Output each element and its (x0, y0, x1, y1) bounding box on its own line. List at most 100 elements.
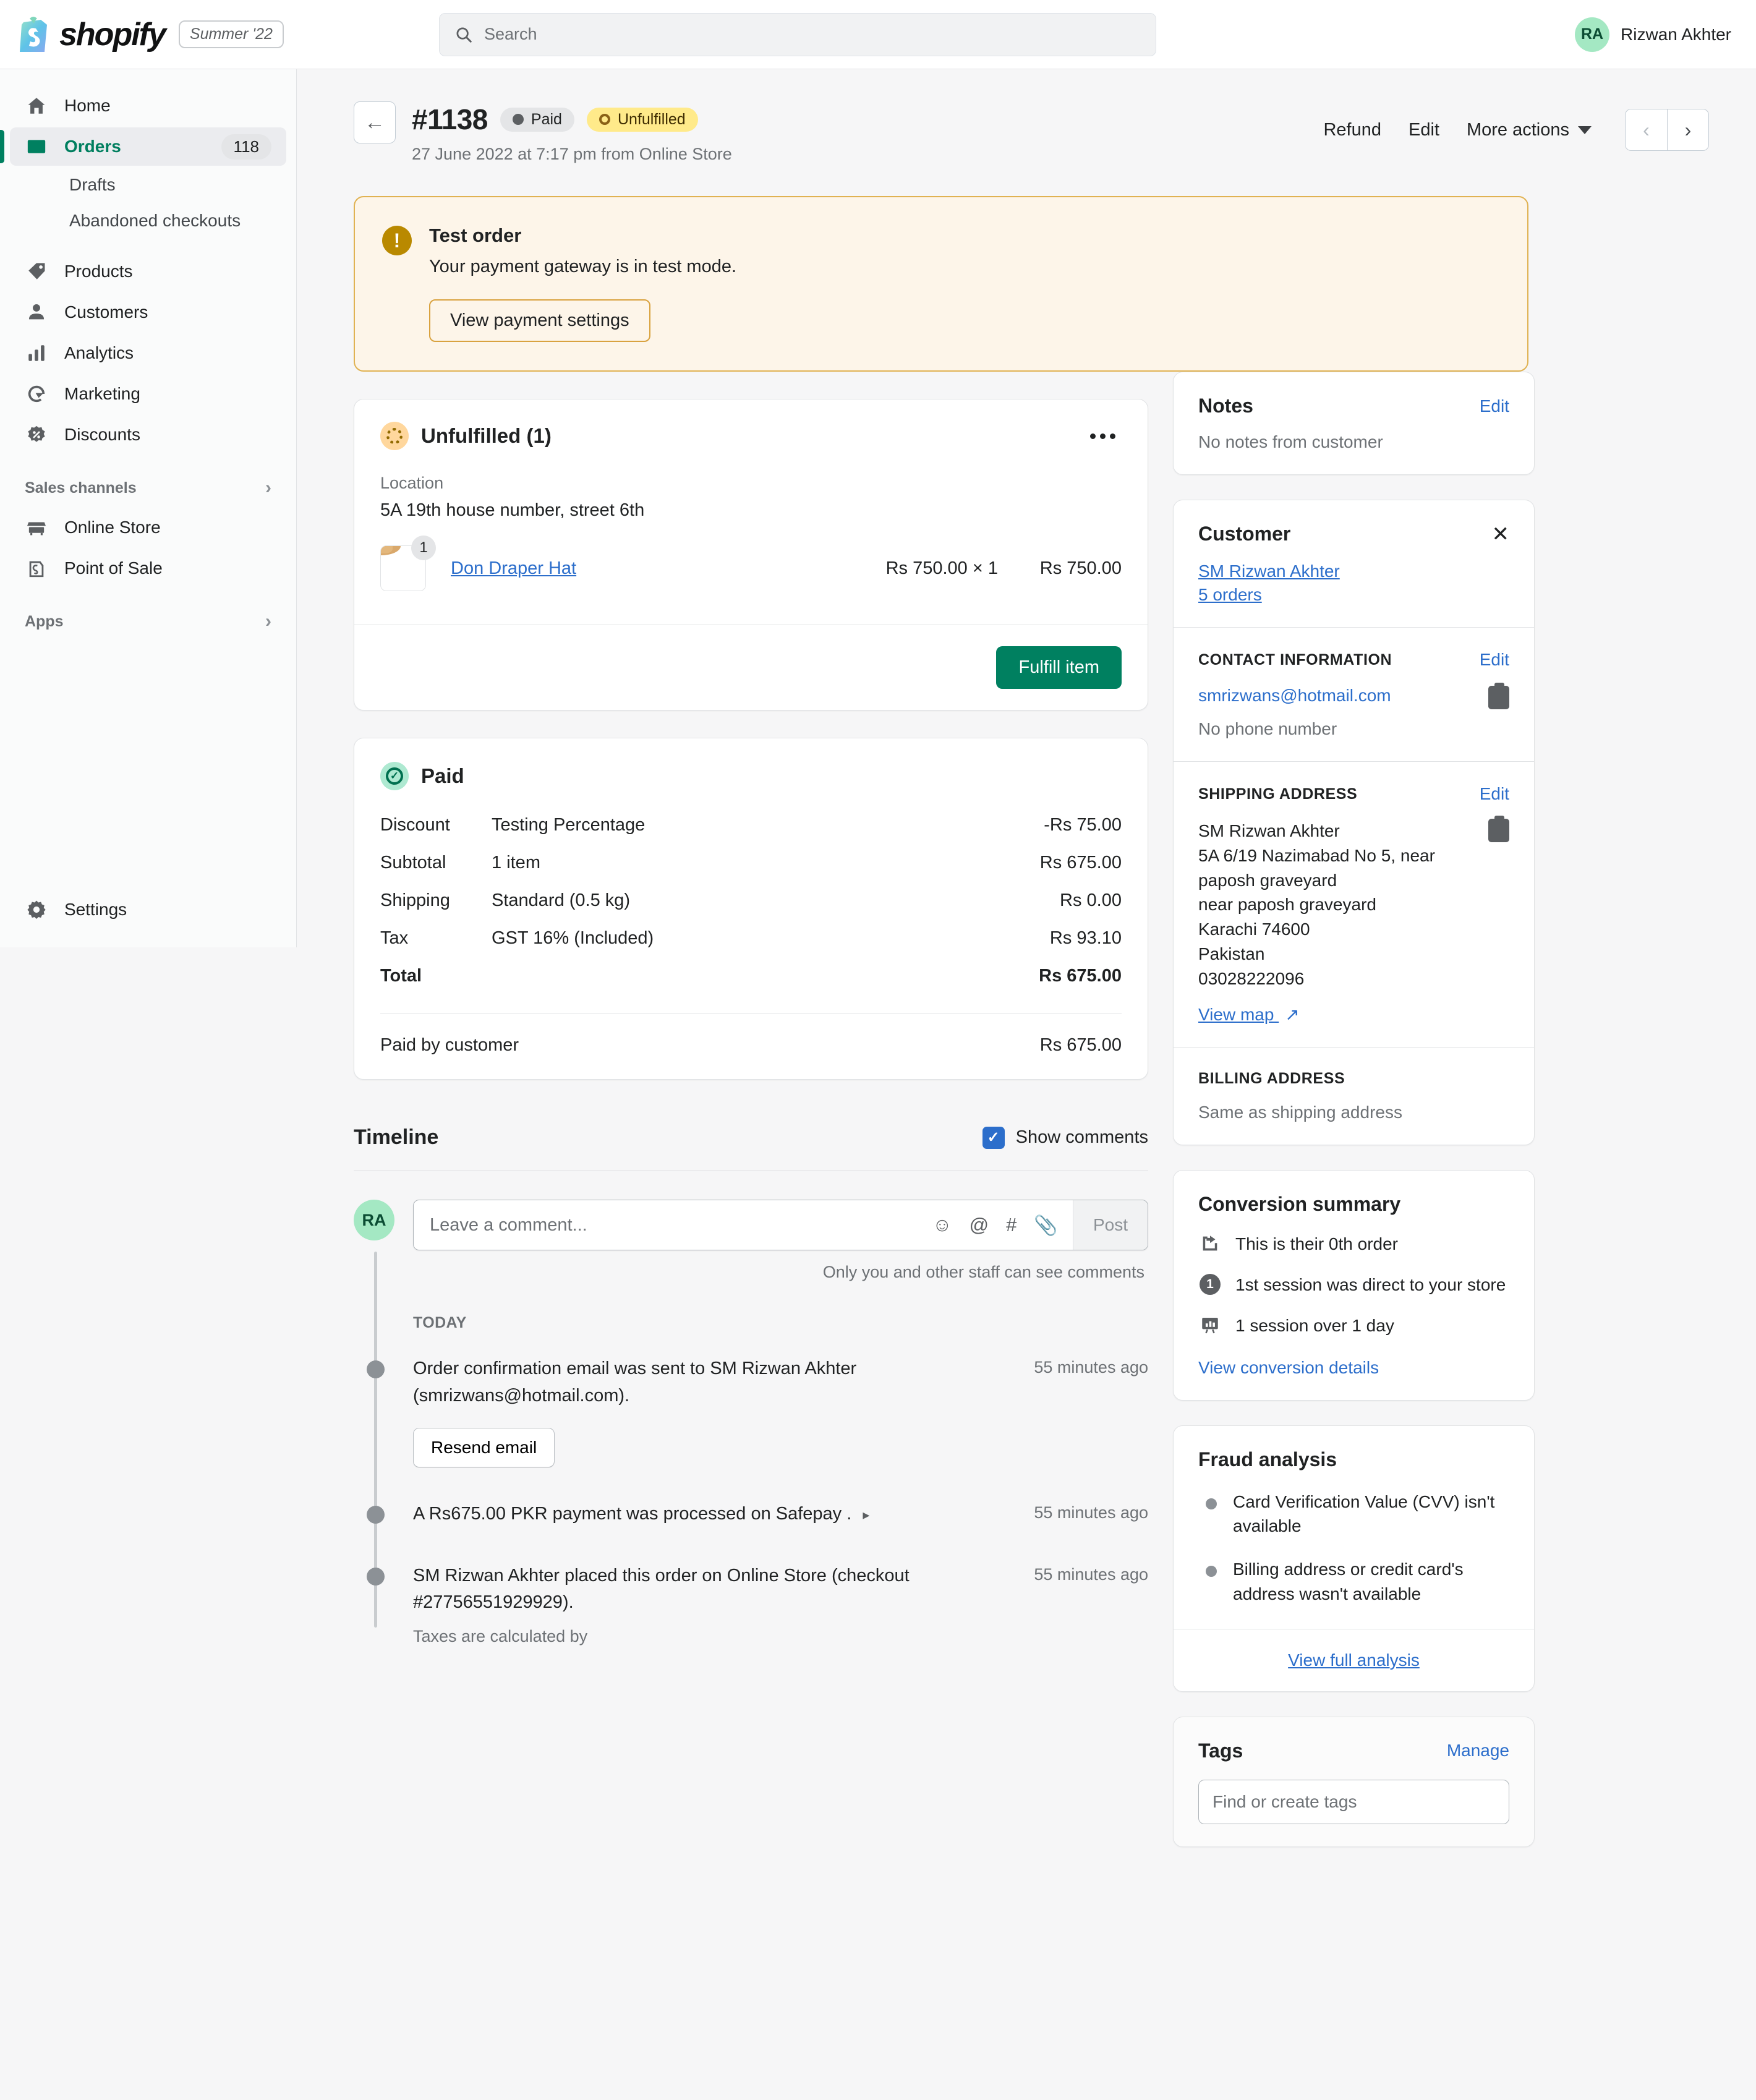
main-content: ← #1138 Paid Unfulfilled 27 June 2022 at… (297, 69, 1756, 2100)
timeline-event-body: A Rs675.00 PKR payment was processed on … (413, 1501, 994, 1528)
fulfillment-footer: Fulfill item (354, 625, 1148, 710)
page-title: #1138 (412, 103, 488, 135)
orders-icon (25, 135, 48, 158)
emoji-icon[interactable]: ☺ (932, 1214, 952, 1236)
line-item-unit-price: Rs 750.00 × 1 (885, 558, 998, 578)
shipping-heading: SHIPPING ADDRESS (1198, 785, 1358, 803)
timeline-event-text: A Rs675.00 PKR payment was processed on … (413, 1504, 852, 1524)
view-conversion-details-link[interactable]: View conversion details (1198, 1358, 1509, 1378)
sidebar-item-label: Settings (64, 900, 127, 919)
attachment-icon[interactable]: 📎 (1034, 1214, 1058, 1237)
sidebar-item-marketing[interactable]: Marketing (10, 375, 286, 413)
fulfillment-card: Unfulfilled (1) Location 5A 19th house n… (354, 399, 1148, 711)
contact-heading: CONTACT INFORMATION (1198, 651, 1392, 668)
sidebar-item-analytics[interactable]: Analytics (10, 334, 286, 372)
show-comments-label: Show comments (1015, 1127, 1148, 1147)
sidebar-item-abandoned-checkouts[interactable]: Abandoned checkouts (10, 203, 286, 239)
chevron-down-icon (1578, 126, 1592, 134)
user-menu[interactable]: RA Rizwan Akhter (1575, 17, 1731, 52)
edit-button[interactable]: Edit (1409, 120, 1439, 140)
status-badge-fulfillment-label: Unfulfilled (617, 110, 686, 128)
manage-tags-link[interactable]: Manage (1447, 1741, 1509, 1761)
sidebar-item-discounts[interactable]: Discounts (10, 416, 286, 454)
view-payment-settings-button[interactable]: View payment settings (429, 299, 650, 342)
customer-title: Customer (1198, 523, 1291, 545)
home-icon (25, 94, 48, 117)
sidebar-item-label: Discounts (64, 425, 140, 444)
sidebar-section-sales-channels[interactable]: Sales channels › (0, 469, 296, 507)
paid-by-customer-label: Paid by customer (380, 1035, 519, 1055)
user-name: Rizwan Akhter (1621, 24, 1731, 44)
search-input[interactable]: Search (439, 12, 1156, 56)
customer-orders-link[interactable]: 5 orders (1198, 585, 1509, 605)
sidebar-item-settings[interactable]: Settings (10, 890, 286, 929)
customer-name-link[interactable]: SM Rizwan Akhter (1198, 561, 1509, 581)
more-actions-label: More actions (1466, 119, 1569, 140)
hashtag-icon[interactable]: # (1006, 1214, 1017, 1236)
sidebar-section-label: Sales channels (25, 479, 137, 497)
release-pill: Summer '22 (178, 20, 284, 48)
notes-edit-link[interactable]: Edit (1480, 396, 1509, 416)
shopify-bag-icon (20, 16, 47, 52)
previous-order-button[interactable]: ‹ (1625, 109, 1667, 151)
timeline-event-text: Order confirmation email was sent to SM … (413, 1359, 857, 1406)
mention-icon[interactable]: @ (970, 1214, 989, 1236)
refund-button[interactable]: Refund (1323, 120, 1381, 140)
more-actions-button[interactable]: More actions (1467, 120, 1592, 140)
close-icon[interactable]: ✕ (1492, 524, 1510, 545)
summary-desc: GST 16% (Included) (492, 928, 654, 948)
test-order-banner: ! Test order Your payment gateway is in … (354, 196, 1528, 372)
expand-caret-icon[interactable]: ▸ (863, 1505, 869, 1525)
notes-header: Notes Edit (1198, 395, 1509, 417)
status-ring-icon (599, 114, 610, 125)
sidebar-item-label: Marketing (64, 384, 140, 403)
sidebar-item-home[interactable]: Home (10, 87, 286, 125)
customer-email-link[interactable]: smrizwans@hotmail.com (1198, 686, 1391, 706)
sidebar-item-online-store[interactable]: Online Store (10, 508, 286, 547)
shopify-logo[interactable]: shopify (16, 16, 166, 53)
chevron-right-icon: › (265, 611, 271, 631)
address-line: 5A 6/19 Nazimabad No 5, near paposh grav… (1198, 845, 1435, 890)
show-comments-toggle[interactable]: ✓ Show comments (982, 1126, 1148, 1149)
contact-edit-link[interactable]: Edit (1480, 650, 1509, 670)
sidebar-item-products[interactable]: Products (10, 252, 286, 291)
comment-placeholder: Leave a comment... (430, 1214, 587, 1235)
view-full-analysis-link[interactable]: View full analysis (1288, 1650, 1420, 1670)
brand-area: shopify Summer '22 (0, 16, 297, 53)
sidebar-item-customers[interactable]: Customers (10, 293, 286, 331)
copy-icon[interactable] (1488, 683, 1509, 709)
order-header: ← #1138 Paid Unfulfilled 27 June 2022 at… (354, 101, 1709, 164)
search-placeholder: Search (484, 25, 537, 43)
next-order-button[interactable]: › (1667, 109, 1709, 151)
store-icon (25, 516, 48, 539)
post-comment-button[interactable]: Post (1072, 1200, 1148, 1250)
sidebar-item-label: Drafts (69, 175, 116, 194)
resend-email-button[interactable]: Resend email (413, 1428, 555, 1467)
copy-icon[interactable] (1488, 816, 1509, 842)
tag-icon (25, 260, 48, 283)
session-number-icon: 1 (1198, 1273, 1222, 1295)
comment-input[interactable]: Leave a comment... ☺ @ # 📎 Post (413, 1200, 1148, 1250)
fulfill-item-button[interactable]: Fulfill item (996, 646, 1122, 689)
view-map-link[interactable]: View map ↗ (1198, 1004, 1300, 1025)
sidebar-item-point-of-sale[interactable]: Point of Sale (10, 549, 286, 587)
shipping-address-row: SM Rizwan Akhter 5A 6/19 Nazimabad No 5,… (1198, 816, 1509, 991)
fraud-section: Fraud analysis Card Verification Value (… (1174, 1426, 1534, 1629)
timeline-event: Order confirmation email was sent to SM … (354, 1355, 1148, 1467)
tags-input[interactable] (1198, 1779, 1509, 1824)
line-item-product-link[interactable]: Don Draper Hat (451, 558, 576, 579)
left-column: Unfulfilled (1) Location 5A 19th house n… (354, 372, 1148, 1872)
sidebar-item-drafts[interactable]: Drafts (10, 167, 286, 203)
shipping-edit-link[interactable]: Edit (1480, 784, 1509, 804)
sidebar-item-label: Point of Sale (64, 558, 163, 578)
sidebar-item-orders[interactable]: Orders 118 (0, 127, 286, 166)
summary-amount: Rs 675.00 (1039, 853, 1122, 873)
order-title-block: #1138 Paid Unfulfilled 27 June 2022 at 7… (412, 101, 732, 164)
back-button[interactable]: ← (354, 101, 396, 143)
more-options-icon[interactable] (1084, 427, 1122, 445)
sidebar-section-apps[interactable]: Apps › (0, 602, 296, 641)
sidebar-item-label: Home (64, 96, 111, 115)
fraud-item-text: Billing address or credit card's address… (1233, 1560, 1464, 1603)
shipping-address-section: SHIPPING ADDRESS Edit SM Rizwan Akhter 5… (1174, 761, 1534, 1047)
bullet-icon (1206, 1566, 1217, 1577)
